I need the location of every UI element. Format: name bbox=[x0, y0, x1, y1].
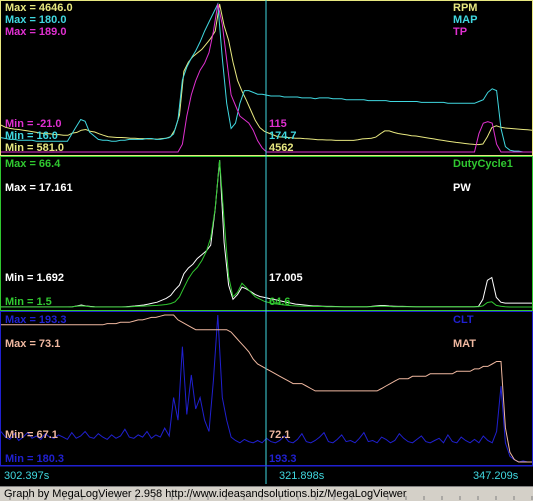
pw-cursor-value: 17.005 bbox=[269, 272, 303, 284]
duty-max-label: Max = 66.4 bbox=[5, 158, 61, 170]
mat-series-name: MAT bbox=[453, 338, 476, 350]
top-panel-labels: Max = 4646.0 Max = 180.0 Max = 189.0 RPM… bbox=[5, 2, 477, 154]
pw-series-name: PW bbox=[453, 182, 471, 194]
duty-series-name: DutyCycle1 bbox=[453, 158, 513, 170]
time-cursor-label: 321.898s bbox=[279, 470, 325, 482]
mat-min-label: Min = 67.1 bbox=[5, 429, 58, 441]
tp-min-label: Min = -21.0 bbox=[5, 118, 62, 130]
clt-cursor-value: 193.3 bbox=[269, 453, 297, 465]
map-cursor-value: 174.7 bbox=[269, 130, 297, 142]
rpm-cursor-value: 4562 bbox=[269, 142, 293, 154]
log-graph[interactable]: Max = 4646.0 Max = 180.0 Max = 189.0 RPM… bbox=[0, 0, 533, 486]
rpm-max-label: Max = 4646.0 bbox=[5, 2, 73, 14]
time-start-label: 302.397s bbox=[4, 470, 50, 482]
duty-min-label: Min = 1.5 bbox=[5, 296, 52, 308]
map-min-label: Min = 16.0 bbox=[5, 130, 58, 142]
middle-panel-labels: Max = 66.4 Max = 17.161 DutyCycle1 PW Mi… bbox=[5, 158, 513, 308]
duty-cursor-value: 64.6 bbox=[269, 296, 290, 308]
map-max-label: Max = 180.0 bbox=[5, 14, 66, 26]
clt-max-label: Max = 193.3 bbox=[5, 314, 66, 326]
rpm-series-name: RPM bbox=[453, 2, 477, 14]
clt-min-label: Min = 180.3 bbox=[5, 453, 64, 465]
map-series-name: MAP bbox=[453, 14, 477, 26]
rpm-min-label: Min = 581.0 bbox=[5, 142, 64, 154]
tp-max-label: Max = 189.0 bbox=[5, 26, 66, 38]
mat-max-label: Max = 73.1 bbox=[5, 338, 60, 350]
tp-cursor-value: 115 bbox=[269, 118, 287, 130]
pw-max-label: Max = 17.161 bbox=[5, 182, 73, 194]
pw-min-label: Min = 1.692 bbox=[5, 272, 64, 284]
footer-credit: Graph by MegaLogViewer 2.958 http://www.… bbox=[4, 488, 407, 500]
clt-series-name: CLT bbox=[453, 314, 474, 326]
footer-bar: Graph by MegaLogViewer 2.958 http://www.… bbox=[0, 486, 533, 501]
time-axis: 302.397s 321.898s 347.209s bbox=[4, 470, 519, 482]
tp-series-name: TP bbox=[453, 26, 467, 38]
mat-cursor-value: 72.1 bbox=[269, 429, 290, 441]
time-end-label: 347.209s bbox=[473, 470, 519, 482]
